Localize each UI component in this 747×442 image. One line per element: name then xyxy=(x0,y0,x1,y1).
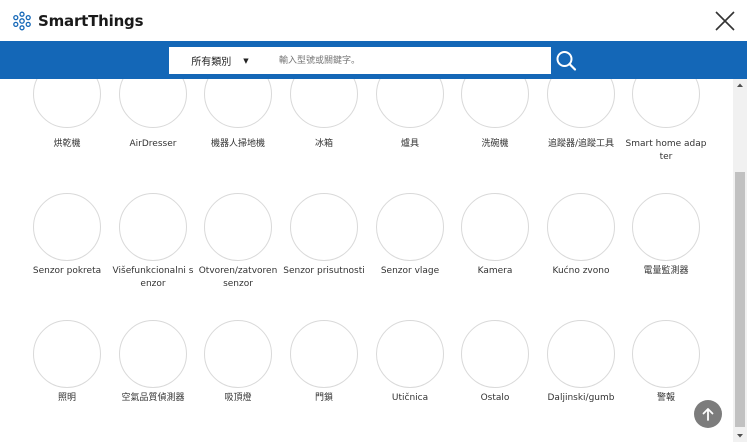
device-image-placeholder xyxy=(33,320,101,388)
device-category-label: AirDresser xyxy=(129,139,177,149)
device-image-placeholder xyxy=(119,79,187,128)
device-image-placeholder xyxy=(547,79,615,128)
category-selected-label: 所有類別 xyxy=(191,57,232,68)
device-category-label: Višefunkcionalni senzor xyxy=(112,266,194,289)
device-category-label: 空氣品質偵測器 xyxy=(121,393,185,403)
device-image-placeholder xyxy=(461,79,529,128)
device-image-placeholder xyxy=(376,79,444,128)
device-image-placeholder xyxy=(632,79,700,128)
header: SmartThings xyxy=(0,0,747,41)
device-category-grid: 烘乾機 AirDresser 機器人掃地機 冰箱 爐具 洗碗機 追蹤器/追蹤工具 Smart … xyxy=(0,79,733,442)
device-category-label: 冰箱 xyxy=(314,139,333,149)
device-image-placeholder xyxy=(632,193,700,261)
device-category-label: Smart home adapter xyxy=(625,139,707,162)
device-category-label: 機器人掃地機 xyxy=(210,139,265,149)
scroll-down-arrow-icon[interactable] xyxy=(733,430,747,442)
device-category-label: 照明 xyxy=(57,393,76,403)
device-category-label: Kamera xyxy=(477,266,513,276)
device-category-label: 追蹤器/追蹤工具 xyxy=(547,139,615,149)
device-image-placeholder xyxy=(632,320,700,388)
brand-logo[interactable]: SmartThings xyxy=(12,10,144,32)
device-image-placeholder xyxy=(204,320,272,388)
device-category-label: Utičnica xyxy=(391,393,429,403)
search-input[interactable] xyxy=(271,47,551,74)
device-category-label: 吸頂燈 xyxy=(224,393,252,403)
smartthings-logo-icon xyxy=(13,11,31,31)
device-image-placeholder xyxy=(290,193,358,261)
app-window: SmartThings 所有類別 ▼ 烘乾機 AirDresser 機器人掃地機 冰箱… xyxy=(0,0,747,442)
device-category-label: 爐具 xyxy=(400,139,419,149)
caret-down-icon: ▼ xyxy=(243,56,249,65)
device-image-placeholder xyxy=(290,79,358,128)
device-category-label: Kućno zvono xyxy=(552,266,610,276)
device-image-placeholder xyxy=(119,193,187,261)
device-image-placeholder xyxy=(547,320,615,388)
device-image-placeholder xyxy=(204,193,272,261)
device-category-label: Otvoren/zatvoren senzor xyxy=(198,266,278,289)
search-icon[interactable] xyxy=(553,47,579,74)
device-category-label: 門鎖 xyxy=(314,393,333,403)
device-category-label: Ostalo xyxy=(480,393,510,403)
device-category-label: 洗碗機 xyxy=(481,139,509,149)
arrow-up-icon xyxy=(702,408,714,421)
device-image-placeholder xyxy=(119,320,187,388)
device-category-label: Senzor pokreta xyxy=(32,266,102,276)
scrollbar[interactable] xyxy=(733,79,747,442)
close-icon[interactable] xyxy=(713,9,737,33)
device-image-placeholder xyxy=(290,320,358,388)
device-image-placeholder xyxy=(204,79,272,128)
brand-name: SmartThings xyxy=(38,12,144,30)
search-bar: 所有類別 ▼ xyxy=(0,41,747,79)
category-dropdown[interactable]: 所有類別 ▼ xyxy=(169,47,271,74)
back-to-top-button[interactable] xyxy=(694,400,722,428)
device-image-placeholder xyxy=(33,193,101,261)
device-category-label: Senzor vlage xyxy=(380,266,440,276)
device-image-placeholder xyxy=(376,320,444,388)
device-image-placeholder xyxy=(376,193,444,261)
device-category-label: Daljinski/gumb xyxy=(547,393,615,403)
device-image-placeholder xyxy=(547,193,615,261)
device-category-label: 電量監測器 xyxy=(643,266,689,276)
scroll-up-arrow-icon[interactable] xyxy=(733,79,747,91)
device-category-label: 烘乾機 xyxy=(53,139,81,149)
device-image-placeholder xyxy=(461,193,529,261)
device-image-placeholder xyxy=(461,320,529,388)
device-image-placeholder xyxy=(33,79,101,128)
scrollbar-thumb[interactable] xyxy=(735,172,745,427)
device-category-label: Senzor prisutnosti xyxy=(283,266,365,276)
